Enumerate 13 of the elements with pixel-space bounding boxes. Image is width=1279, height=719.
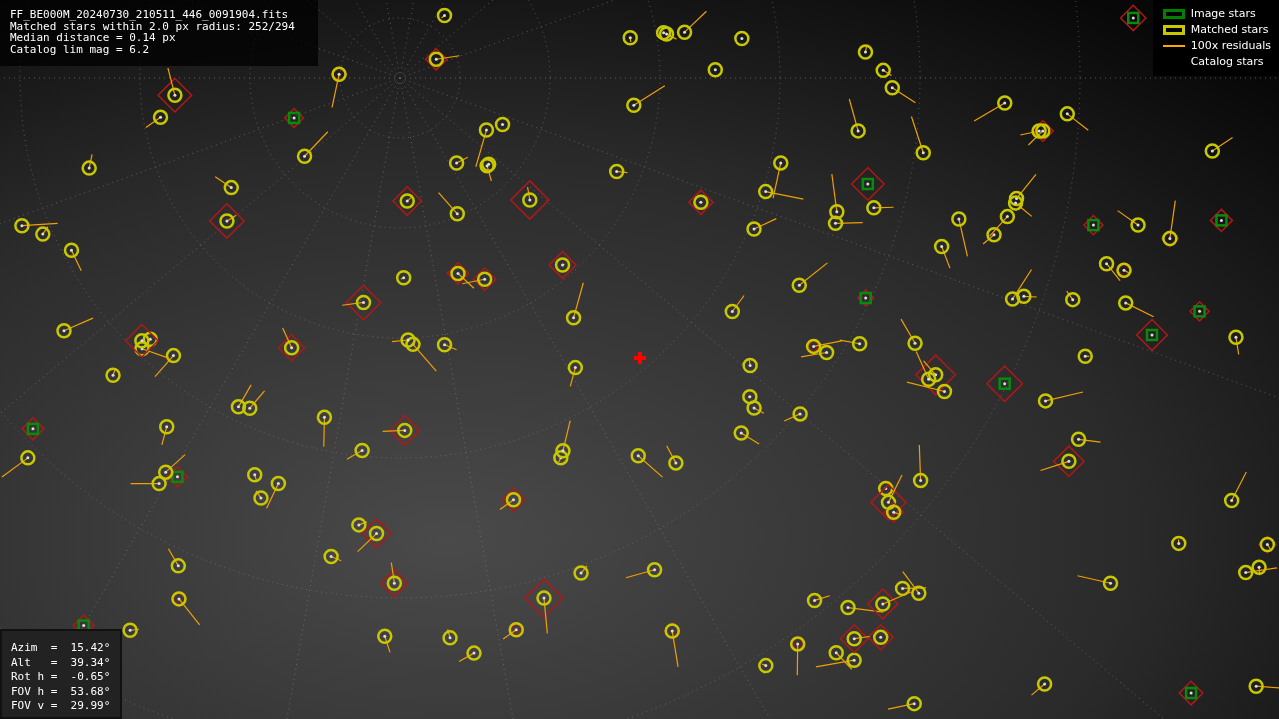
legend-label: Matched stars [1190,21,1269,38]
legend-label: Catalog stars [1190,53,1264,70]
pointing-line: Rot h = -0.65° [11,670,111,685]
pointing-line: FOV v = 29.99° [11,699,111,714]
pointing-line: FOV h = 53.68° [11,684,111,699]
info-line: FF_BE000M_20240730_210511_446_0091904.fits [10,9,290,21]
info-line: Matched stars within 2.0 px radius: 252/294 [10,20,296,32]
pointing-line: Alt = 39.34° [11,655,111,670]
legend-label: Image stars [1190,5,1256,22]
legend-label: 100x residuals [1190,37,1271,54]
pointing-line: Azim = 15.42° [11,641,111,656]
info-line: Catalog lim mag = 6.2 [10,43,151,55]
info-line: Median distance = 0.14 px [10,32,176,44]
